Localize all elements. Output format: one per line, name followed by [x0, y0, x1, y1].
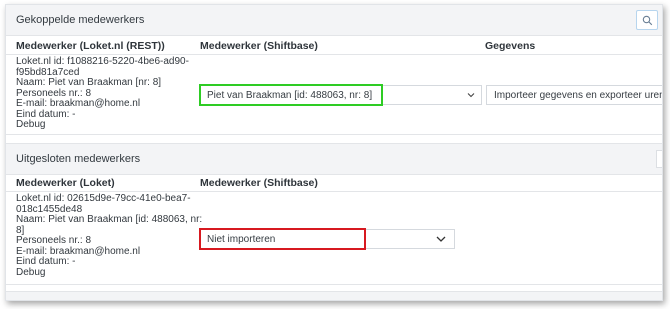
import-label: Importeer gegevens en exporteer uren	[494, 90, 663, 101]
linked-employee-info: Loket.nl id: f1088216-5220-4be6-ad90- f9…	[16, 56, 189, 131]
search-button[interactable]	[636, 10, 658, 30]
highlight-box	[199, 228, 366, 250]
col-loket: Medewerker (Loket)	[16, 177, 115, 189]
divider	[6, 54, 662, 55]
linked-section-title: Gekoppelde medewerkers	[16, 14, 145, 26]
col-shiftbase: Medewerker (Shiftbase)	[200, 40, 318, 52]
search-icon	[642, 15, 653, 26]
info-line: Loket.nl id: 02615d9e-79cc-41e0-bea7-	[16, 193, 191, 204]
excluded-section-header: Uitgesloten medewerkers	[6, 143, 662, 175]
divider	[6, 134, 662, 135]
linked-section-header: Gekoppelde medewerkers	[6, 5, 662, 36]
chevron-down-icon	[436, 236, 446, 242]
info-line: E-mail: braakman@home.nl	[16, 98, 141, 109]
excluded-employee-info: Loket.nl id: 02615d9e-79cc-41e0-bea7- 01…	[16, 193, 203, 279]
debug-link[interactable]: Debug	[16, 119, 189, 131]
divider	[6, 191, 662, 192]
info-line: Naam: Piet van Braakman [id: 488063, nr:	[16, 214, 203, 225]
highlight-box	[199, 84, 383, 106]
info-line: Loket.nl id: f1088216-5220-4be6-ad90-	[16, 56, 189, 67]
chevron-down-icon	[467, 93, 475, 98]
excluded-section-title: Uitgesloten medewerkers	[16, 153, 141, 165]
info-line: Personeels nr.: 8	[16, 235, 92, 246]
col-gegevens: Gegevens	[485, 40, 536, 52]
debug-link[interactable]: Debug	[16, 267, 202, 279]
import-data-select[interactable]: Importeer gegevens en exporteer uren	[486, 85, 663, 105]
col-shiftbase: Medewerker (Shiftbase)	[200, 177, 318, 189]
info-line: Naam: Piet van Braakman [nr: 8]	[16, 77, 162, 88]
info-line: Eind datum: -	[16, 256, 76, 267]
section-footer	[6, 291, 662, 300]
section-action-button[interactable]	[656, 150, 662, 168]
col-loket-rest: Medewerker (Loket.nl (REST))	[16, 40, 165, 52]
window: Gekoppelde medewerkers Medewerker (Loket…	[5, 4, 663, 301]
divider	[6, 284, 662, 285]
